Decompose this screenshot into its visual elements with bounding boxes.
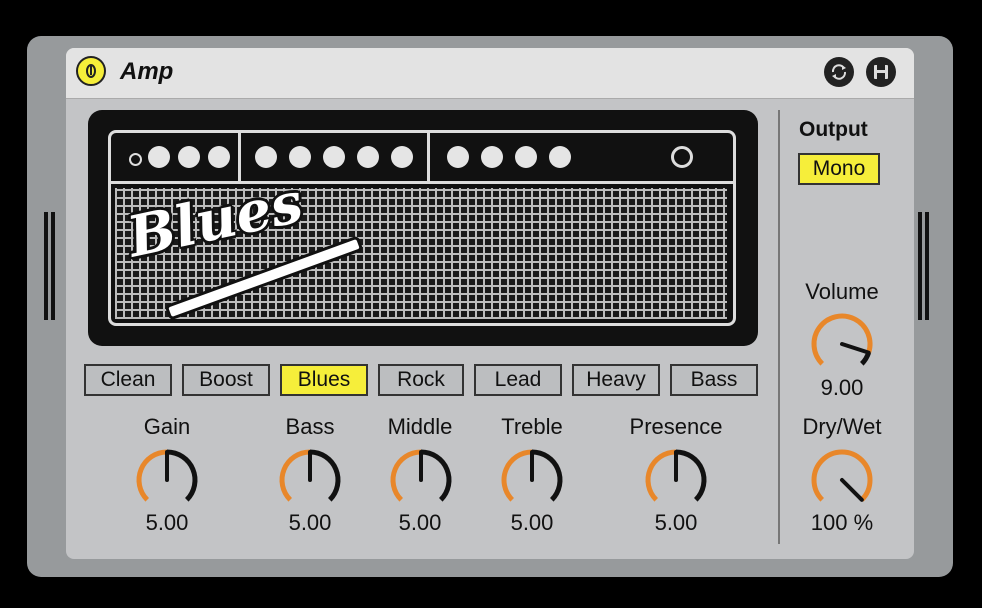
left-drag-handle-line (51, 212, 55, 320)
amp-knob-icon (255, 146, 277, 168)
input-jack-icon (129, 153, 142, 166)
volume-value: 9.00 (820, 375, 864, 400)
treble-knob[interactable] (495, 443, 569, 517)
knob-value-arc (279, 449, 311, 502)
preset-lead-button[interactable]: Lead (474, 364, 562, 396)
pilot-light-icon (671, 146, 693, 168)
amp-knob-icon (148, 146, 170, 168)
knob-rest-arc (166, 449, 198, 502)
knob-pointer (840, 342, 871, 355)
panel-divider (427, 133, 430, 181)
amp-face: Blues (88, 110, 758, 346)
save-icon[interactable] (866, 57, 896, 87)
amp-knob-icon (208, 146, 230, 168)
amp-control-panel (111, 133, 733, 184)
knob-value-arc (390, 449, 422, 502)
section-divider (778, 110, 780, 544)
volume-knob[interactable] (805, 307, 879, 381)
knob-value-arc (811, 449, 873, 502)
presence-knob[interactable] (639, 443, 713, 517)
preset-heavy-button[interactable]: Heavy (572, 364, 660, 396)
preset-boost-button[interactable]: Boost (182, 364, 270, 396)
treble-label: Treble (501, 414, 563, 439)
device-title: Amp (120, 58, 174, 85)
knob-rest-arc (675, 449, 707, 502)
amp-knob-icon (178, 146, 200, 168)
knob-value-arc (645, 449, 677, 502)
bass-value: 5.00 (288, 510, 332, 535)
knob-rest-arc (531, 449, 563, 502)
knob-value-arc (501, 449, 533, 502)
right-drag-handle[interactable] (918, 212, 922, 320)
middle-knob[interactable] (384, 443, 458, 517)
knob-rest-arc (309, 449, 341, 502)
right-drag-handle-line (925, 212, 929, 320)
gain-label: Gain (143, 414, 191, 439)
amp-knob-icon (515, 146, 537, 168)
amp-knob-icon (481, 146, 503, 168)
output-mode-button[interactable]: Mono (798, 153, 880, 185)
preset-blues-button[interactable]: Blues (280, 364, 368, 396)
amp-knob-icon (549, 146, 571, 168)
knob-value-arc (811, 313, 873, 366)
amp-cabinet: Blues (108, 130, 736, 326)
amp-knob-icon (357, 146, 379, 168)
knob-value-arc (136, 449, 168, 502)
output-label: Output (799, 118, 868, 141)
power-icon[interactable] (76, 56, 106, 86)
presence-label: Presence (629, 414, 723, 439)
gain-value: 5.00 (145, 510, 189, 535)
middle-value: 5.00 (398, 510, 442, 535)
bass-label: Bass (285, 414, 335, 439)
drywet-knob[interactable] (805, 443, 879, 517)
amp-knob-icon (447, 146, 469, 168)
amp-knob-icon (391, 146, 413, 168)
treble-value: 5.00 (510, 510, 554, 535)
preset-bass-button[interactable]: Bass (670, 364, 758, 396)
panel-divider (238, 133, 241, 181)
amp-device: Amp Blues Clean Boost Blues Rock Lead He… (66, 48, 914, 559)
knob-pointer (840, 478, 864, 502)
left-drag-handle[interactable] (44, 212, 48, 320)
presence-value: 5.00 (654, 510, 698, 535)
volume-label: Volume (805, 279, 879, 304)
knob-rest-arc (420, 449, 452, 502)
middle-label: Middle (387, 414, 453, 439)
drywet-label: Dry/Wet (802, 414, 882, 439)
drywet-value: 100 % (810, 510, 874, 535)
gain-knob[interactable] (130, 443, 204, 517)
amp-knob-icon (323, 146, 345, 168)
hot-swap-icon[interactable] (824, 57, 854, 87)
amp-knob-icon (289, 146, 311, 168)
bass-knob[interactable] (273, 443, 347, 517)
preset-clean-button[interactable]: Clean (84, 364, 172, 396)
preset-rock-button[interactable]: Rock (378, 364, 464, 396)
device-title-bar: Amp (66, 48, 914, 99)
